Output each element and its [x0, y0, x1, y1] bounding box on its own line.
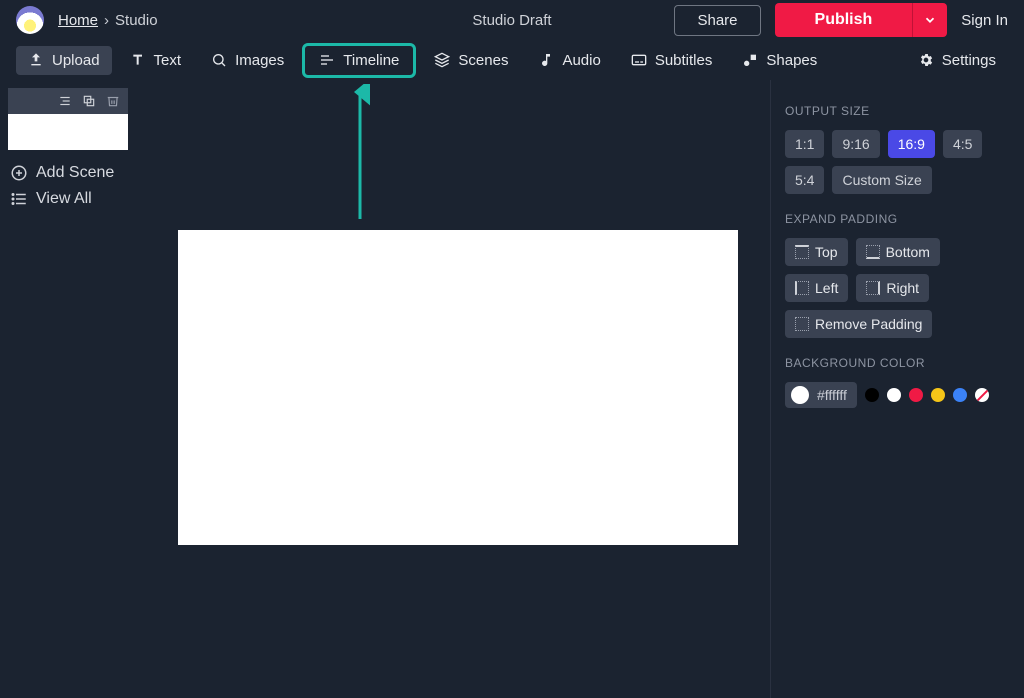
align-icon[interactable]: [58, 94, 72, 108]
output-size-label: OUTPUT SIZE: [785, 104, 1010, 118]
breadcrumb: Home › Studio: [58, 12, 158, 29]
expand-padding-label: EXPAND PADDING: [785, 212, 1010, 226]
scene-toolbar: [8, 88, 128, 114]
swatch-yellow[interactable]: [931, 388, 945, 402]
add-scene-label: Add Scene: [36, 164, 114, 182]
padding-bottom-button[interactable]: Bottom: [856, 238, 940, 266]
output-size-options: 1:1 9:16 16:9 4:5 5:4 Custom Size: [785, 130, 1010, 194]
images-tool[interactable]: Images: [199, 46, 296, 75]
pad-remove-icon: [795, 317, 809, 331]
current-color-value: #ffffff: [817, 387, 847, 403]
settings-tool[interactable]: Settings: [906, 46, 1008, 75]
layers-icon: [434, 52, 450, 68]
view-all-button[interactable]: View All: [0, 186, 150, 212]
size-9-16[interactable]: 9:16: [832, 130, 879, 158]
swatch-blue[interactable]: [953, 388, 967, 402]
timeline-label: Timeline: [343, 52, 399, 69]
subtitles-icon: [631, 52, 647, 68]
settings-label: Settings: [942, 52, 996, 69]
swatch-white[interactable]: [887, 388, 901, 402]
pad-bottom-label: Bottom: [886, 244, 930, 260]
breadcrumb-current: Studio: [115, 12, 158, 29]
custom-size-button[interactable]: Custom Size: [832, 166, 931, 194]
upload-icon: [28, 52, 44, 68]
main-area: Add Scene View All OUTPUT SIZE 1:1 9:16 …: [0, 80, 1024, 698]
upload-label: Upload: [52, 52, 100, 69]
padding-top-button[interactable]: Top: [785, 238, 848, 266]
chevron-down-icon: [923, 13, 937, 27]
pad-bottom-icon: [866, 245, 880, 259]
plus-circle-icon: [10, 164, 28, 182]
pad-left-icon: [795, 281, 809, 295]
upload-tool[interactable]: Upload: [16, 46, 112, 75]
timeline-tool[interactable]: Timeline: [302, 43, 416, 78]
chevron-right-icon: ›: [104, 12, 109, 29]
padding-options: Top Bottom Left Right Remove Padding: [785, 238, 1010, 338]
shapes-icon: [742, 52, 758, 68]
swatch-none[interactable]: [975, 388, 989, 402]
scenes-tool[interactable]: Scenes: [422, 46, 520, 75]
size-5-4[interactable]: 5:4: [785, 166, 824, 194]
properties-panel: OUTPUT SIZE 1:1 9:16 16:9 4:5 5:4 Custom…: [770, 80, 1024, 698]
timeline-icon: [319, 52, 335, 68]
subtitles-tool[interactable]: Subtitles: [619, 46, 725, 75]
app-logo: [16, 6, 44, 34]
size-1-1[interactable]: 1:1: [785, 130, 824, 158]
background-color-input[interactable]: #ffffff: [785, 382, 857, 408]
guide-arrow-icon: [350, 84, 370, 224]
canvas-area: [150, 80, 770, 698]
sign-in-link[interactable]: Sign In: [961, 12, 1008, 29]
remove-padding-button[interactable]: Remove Padding: [785, 310, 932, 338]
background-color-label: BACKGROUND COLOR: [785, 356, 1010, 370]
shapes-tool[interactable]: Shapes: [730, 46, 829, 75]
pad-top-icon: [795, 245, 809, 259]
current-color-swatch: [791, 386, 809, 404]
trash-icon[interactable]: [106, 94, 120, 108]
shapes-label: Shapes: [766, 52, 817, 69]
text-icon: [130, 52, 146, 68]
publish-dropdown-button[interactable]: [912, 3, 947, 37]
text-label: Text: [154, 52, 182, 69]
padding-left-button[interactable]: Left: [785, 274, 848, 302]
pad-top-label: Top: [815, 244, 838, 260]
publish-group: Publish: [775, 3, 948, 37]
gear-icon: [918, 52, 934, 68]
view-all-label: View All: [36, 190, 92, 208]
scenes-label: Scenes: [458, 52, 508, 69]
audio-tool[interactable]: Audio: [526, 46, 612, 75]
pad-remove-label: Remove Padding: [815, 316, 922, 332]
swatch-red[interactable]: [909, 388, 923, 402]
pad-right-label: Right: [886, 280, 919, 296]
breadcrumb-home[interactable]: Home: [58, 12, 98, 29]
background-color-row: #ffffff: [785, 382, 1010, 408]
copy-icon[interactable]: [82, 94, 96, 108]
canvas[interactable]: [178, 230, 738, 545]
add-scene-button[interactable]: Add Scene: [0, 160, 150, 186]
list-icon: [10, 190, 28, 208]
scenes-panel: Add Scene View All: [0, 80, 150, 698]
subtitles-label: Subtitles: [655, 52, 713, 69]
page-title: Studio Draft: [472, 12, 551, 29]
text-tool[interactable]: Text: [118, 46, 194, 75]
search-icon: [211, 52, 227, 68]
pad-right-icon: [866, 281, 880, 295]
publish-button[interactable]: Publish: [775, 3, 913, 37]
music-icon: [538, 52, 554, 68]
swatch-black[interactable]: [865, 388, 879, 402]
share-button[interactable]: Share: [674, 5, 760, 36]
padding-right-button[interactable]: Right: [856, 274, 929, 302]
toolbar: Upload Text Images Timeline Scenes Audio: [0, 40, 1024, 80]
audio-label: Audio: [562, 52, 600, 69]
images-label: Images: [235, 52, 284, 69]
scene-thumbnail[interactable]: [8, 114, 128, 150]
size-4-5[interactable]: 4:5: [943, 130, 982, 158]
pad-left-label: Left: [815, 280, 838, 296]
size-16-9[interactable]: 16:9: [888, 130, 935, 158]
top-bar: Home › Studio Studio Draft Share Publish…: [0, 0, 1024, 40]
